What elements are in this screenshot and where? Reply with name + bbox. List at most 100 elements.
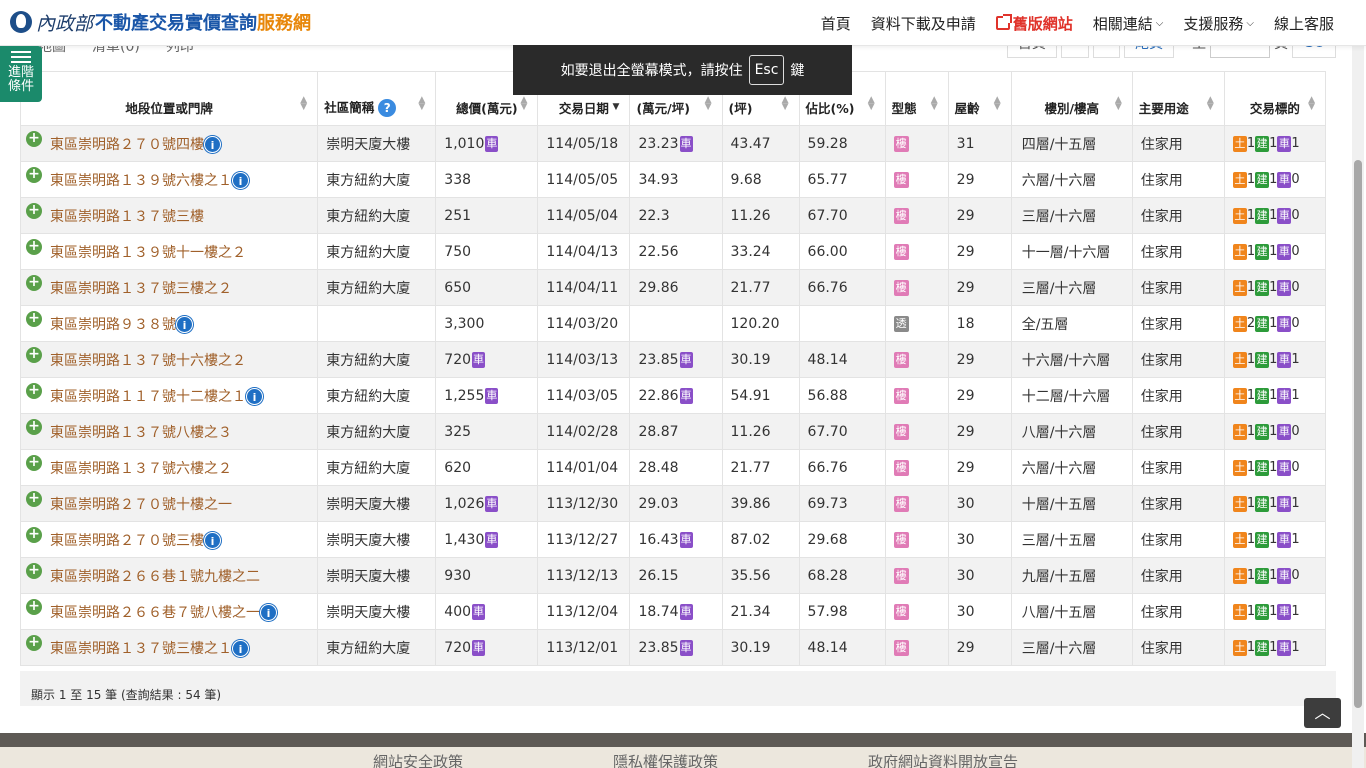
sort-icon[interactable]: ▼ (613, 103, 620, 112)
address-link[interactable]: 東區崇明路１３７號十六樓之２ (50, 353, 246, 369)
sort-icon[interactable]: ▲ ▼ (520, 96, 527, 112)
column-header[interactable]: 屋齡 ▲ ▼ (947, 71, 1012, 126)
floor-info: 十一層/十六層 (1021, 244, 1111, 261)
sort-icon[interactable]: ▲ ▼ (418, 96, 425, 112)
cell-use: 住家用 (1131, 341, 1225, 378)
expand-plus-icon[interactable]: + (26, 382, 42, 399)
column-header[interactable]: 社區簡稱? ▲ ▼ (317, 71, 437, 126)
footer-link[interactable]: 網站安全政策 (373, 751, 463, 768)
address-link[interactable]: 東區崇明路２６６巷１號九樓之二 (50, 569, 260, 585)
expand-plus-icon[interactable]: + (26, 274, 42, 291)
cell-community: 東方紐約大廈 (317, 341, 437, 378)
table-row[interactable]: + 東區崇明路２６６巷１號九樓之二 崇明天廈大樓 930 113/12/13 26.15 3… (19, 557, 1327, 594)
info-icon[interactable]: i (176, 316, 193, 333)
scrollbar-thumb[interactable] (1354, 160, 1362, 708)
column-header[interactable]: 樓別/樓高 ▲ ▼ (1010, 71, 1133, 126)
table-row[interactable]: + 東區崇明路１３７號三樓 東方紐約大廈 251 114/05/04 22.3 11.26 6… (19, 197, 1327, 234)
table-row[interactable]: + 東區崇明路１１７號十二樓之１ i 東方紐約大廈 1,255 車 114/03/05 22.… (19, 377, 1327, 414)
address-link[interactable]: 東區崇明路１３７號六樓之２ (50, 461, 232, 477)
site-logo[interactable]: 內政部 不動產交易實價查詢 服務網 (10, 8, 311, 36)
address-link[interactable]: 東區崇明路１３７號三樓之１ (50, 641, 232, 657)
expand-plus-icon[interactable]: + (26, 346, 42, 363)
table-row[interactable]: + 東區崇明路９３８號 i 3,300 114/03/20 120.20 透 18 全/五層 住家… (19, 305, 1327, 342)
expand-plus-icon[interactable]: + (26, 130, 42, 147)
table-row[interactable]: + 東區崇明路２７０號四樓 i 崇明天廈大樓 1,010 車 114/05/18 23.23 車… (19, 125, 1327, 162)
floor-info: 六層/十六層 (1021, 460, 1097, 477)
floor-info: 三層/十五層 (1021, 532, 1097, 549)
cell-unit-price: 23.85 車 (629, 629, 723, 666)
parking-badge: 車 (1277, 603, 1292, 620)
sort-icon[interactable]: ▲ ▼ (782, 96, 789, 112)
address-link[interactable]: 東區崇明路１３９號六樓之１ (50, 173, 232, 189)
nav-item-4[interactable]: 支援服務 ⌵ (1183, 13, 1254, 34)
address-link[interactable]: 東區崇明路１３７號三樓之２ (50, 281, 232, 297)
expand-plus-icon[interactable]: + (26, 490, 42, 507)
table-row[interactable]: + 東區崇明路１３７號六樓之２ 東方紐約大廈 620 114/01/04 28.48 21.… (19, 449, 1327, 486)
expand-plus-icon[interactable]: + (26, 238, 42, 255)
sort-icon[interactable]: ▲ ▼ (300, 96, 307, 112)
column-header[interactable]: 地段位置或門牌 ▲ ▼ (19, 71, 319, 126)
address-link[interactable]: 東區崇明路２６６巷７號八樓之一 (50, 605, 260, 621)
sort-icon[interactable]: ▲ ▼ (705, 96, 712, 112)
expand-plus-icon[interactable]: + (26, 562, 42, 579)
info-icon[interactable]: i (232, 172, 249, 189)
parking-count: 0 (1291, 315, 1300, 331)
table-row[interactable]: + 東區崇明路１３７號八樓之３ 東方紐約大廈 325 114/02/28 28.87 11.… (19, 413, 1327, 450)
table-row[interactable]: + 東區崇明路１３９號六樓之１ i 東方紐約大廈 338 114/05/05 34.93 9.… (19, 161, 1327, 198)
address-link[interactable]: 東區崇明路２７０號三樓 (50, 533, 204, 549)
address-link[interactable]: 東區崇明路２７０號四樓 (50, 137, 204, 153)
advanced-filter-tab[interactable]: 進階 條件 (0, 46, 42, 102)
column-header[interactable]: 交易標的 ▲ ▼ (1223, 71, 1327, 126)
address-link[interactable]: 東區崇明路９３８號 (50, 317, 176, 333)
nav-item-5[interactable]: 線上客服 (1274, 13, 1334, 34)
footer-link[interactable]: 隱私權保護政策 (613, 751, 718, 768)
nav-item-0[interactable]: 首頁 (821, 13, 851, 34)
table-row[interactable]: + 東區崇明路１３７號三樓之２ 東方紐約大廈 650 114/04/11 29.86 21.… (19, 269, 1327, 306)
cell-date: 114/04/13 (537, 233, 631, 270)
table-row[interactable]: + 東區崇明路１３７號三樓之１ i 東方紐約大廈 720 車 113/12/01 23.85 車… (19, 629, 1327, 666)
footer-link[interactable]: 政府網站資料開放宣告 (868, 751, 1018, 768)
address-link[interactable]: 東區崇明路１３７號三樓 (50, 209, 204, 225)
column-header[interactable]: 型態 ▲ ▼ (884, 71, 949, 126)
back-to-top-button[interactable]: ︿ (1304, 698, 1341, 728)
info-icon[interactable]: i (204, 532, 221, 549)
info-icon[interactable]: i (246, 388, 263, 405)
info-icon[interactable]: i (232, 640, 249, 657)
cell-community: 東方紐約大廈 (317, 449, 437, 486)
expand-plus-icon[interactable]: + (26, 454, 42, 471)
table-row[interactable]: + 東區崇明路１３７號十六樓之２ 東方紐約大廈 720 車 114/03/13 23.85 車… (19, 341, 1327, 378)
nav-item-1[interactable]: 資料下載及申請 (871, 13, 976, 34)
sort-icon[interactable]: ▲ ▼ (1207, 96, 1214, 112)
parking-count: 0 (1291, 279, 1300, 295)
address-link[interactable]: 東區崇明路１１７號十二樓之１ (50, 389, 246, 405)
address-link[interactable]: 東區崇明路１３９號十一樓之２ (50, 245, 246, 261)
table-row[interactable]: + 東區崇明路２７０號三樓 i 崇明天廈大樓 1,430 車 113/12/27 16.43 車… (19, 521, 1327, 558)
table-row[interactable]: + 東區崇明路２７０號十樓之一 崇明天廈大樓 1,026 車 113/12/30 29.03… (19, 485, 1327, 522)
address-link[interactable]: 東區崇明路１３７號八樓之３ (50, 425, 232, 441)
info-icon[interactable]: i (260, 604, 277, 621)
cell-use: 住家用 (1131, 233, 1225, 270)
unit-price: 29.03 (638, 495, 679, 512)
info-icon[interactable]: i (204, 136, 221, 153)
sort-icon[interactable]: ▲ ▼ (868, 96, 875, 112)
expand-plus-icon[interactable]: + (26, 418, 42, 435)
table-row[interactable]: + 東區崇明路２６６巷７號八樓之一 i 崇明天廈大樓 400 車 113/12/04 18.7… (19, 593, 1327, 630)
expand-plus-icon[interactable]: + (26, 166, 42, 183)
nav-item-3[interactable]: 相關連結 ⌵ (1093, 13, 1164, 34)
expand-plus-icon[interactable]: + (26, 310, 42, 327)
help-icon[interactable]: ? (378, 99, 397, 117)
cell-unit-price: 22.3 (629, 197, 723, 234)
address-link[interactable]: 東區崇明路２７０號十樓之一 (50, 497, 232, 513)
sort-icon[interactable]: ▲ ▼ (931, 96, 938, 112)
sort-icon[interactable]: ▲ ▼ (1308, 96, 1315, 112)
sort-icon[interactable]: ▲ ▼ (994, 96, 1001, 112)
table-row[interactable]: + 東區崇明路１３９號十一樓之２ 東方紐約大廈 750 114/04/13 22.56 33… (19, 233, 1327, 270)
expand-plus-icon[interactable]: + (26, 598, 42, 615)
sort-icon[interactable]: ▲ ▼ (1115, 96, 1122, 112)
cell-use: 住家用 (1131, 449, 1225, 486)
column-header[interactable]: 主要用途 ▲ ▼ (1131, 71, 1225, 126)
expand-plus-icon[interactable]: + (26, 202, 42, 219)
expand-plus-icon[interactable]: + (26, 634, 42, 651)
expand-plus-icon[interactable]: + (26, 526, 42, 543)
nav-item-2[interactable]: 舊版網站 (995, 13, 1073, 34)
